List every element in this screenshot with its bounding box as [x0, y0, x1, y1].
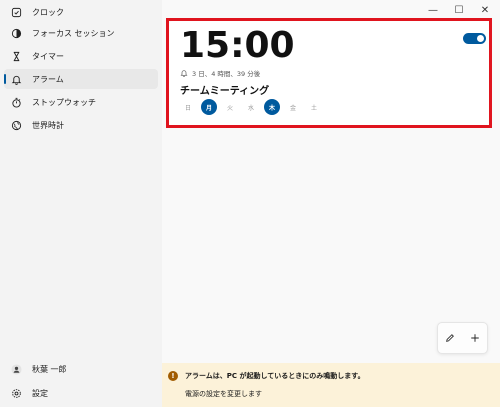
plus-icon	[471, 334, 479, 342]
info-message: アラームは、PC が起動しているときにのみ鳴動します。	[185, 372, 365, 380]
power-settings-link[interactable]: 電源の設定を変更します	[185, 389, 262, 399]
sidebar-item-label: タイマー	[32, 51, 64, 61]
day-wednesday: 水	[247, 104, 254, 112]
alarm-action-bar	[437, 322, 488, 354]
clock-icon	[10, 6, 22, 18]
sidebar-item-clock[interactable]: クロック	[4, 2, 158, 22]
close-button[interactable]: ✕	[474, 2, 496, 18]
gear-icon	[10, 387, 22, 399]
hourglass-icon	[10, 50, 22, 62]
countdown-text: 3 日、4 時間、39 分後	[192, 70, 261, 78]
sidebar-item-stopwatch[interactable]: ストップウォッチ	[4, 92, 158, 112]
bell-icon	[180, 70, 188, 77]
maximize-button[interactable]: ☐	[448, 2, 470, 18]
alarm-repeat-days: 日 月 火 水 木 金 土	[180, 99, 327, 115]
sidebar-item-label: ストップウォッチ	[32, 97, 96, 107]
user-name: 秋葉 一郎	[32, 364, 67, 374]
day-monday: 月	[201, 99, 217, 115]
info-bar: ! アラームは、PC が起動しているときにのみ鳴動します。 電源の設定を変更しま…	[162, 363, 500, 407]
toggle-knob	[477, 35, 484, 42]
alarm-name: チームミーティング	[180, 86, 270, 97]
sidebar-item-timer[interactable]: タイマー	[4, 46, 158, 66]
sidebar-item-label: 設定	[32, 388, 48, 398]
alarm-toggle[interactable]	[463, 33, 486, 44]
pencil-icon	[446, 334, 455, 342]
user-account[interactable]: 秋葉 一郎	[4, 359, 158, 379]
bell-icon	[10, 73, 22, 85]
day-sunday: 日	[184, 104, 191, 112]
alarm-time: 15:00	[180, 25, 295, 66]
alarm-card[interactable]: 15:00 3 日、4 時間、39 分後 チームミーティング 日 月 火 水 木…	[169, 21, 492, 127]
day-tuesday: 火	[226, 104, 233, 112]
person-icon	[10, 363, 22, 375]
globe-icon	[10, 119, 22, 131]
edit-alarms-button[interactable]	[442, 330, 458, 346]
day-saturday: 土	[310, 104, 317, 112]
clock-app-window: クロック フォーカス セッション タイマー アラーム ストップウォッチ 世界時計…	[0, 0, 500, 407]
sidebar-item-world-clock[interactable]: 世界時計	[4, 115, 158, 135]
alarm-page: — ☐ ✕ 15:00 3 日、4 時間、39 分後 チームミーティング 日 月…	[162, 0, 500, 407]
day-friday: 金	[289, 104, 296, 112]
sidebar: クロック フォーカス セッション タイマー アラーム ストップウォッチ 世界時計…	[0, 0, 162, 407]
sidebar-item-label: フォーカス セッション	[32, 28, 115, 38]
focus-icon	[10, 27, 22, 39]
day-thursday: 木	[264, 99, 280, 115]
minimize-button[interactable]: —	[422, 2, 444, 18]
stopwatch-icon	[10, 96, 22, 108]
selection-indicator	[4, 74, 6, 84]
sidebar-item-label: アラーム	[32, 74, 64, 84]
warning-icon: !	[168, 371, 178, 381]
sidebar-item-focus-sessions[interactable]: フォーカス セッション	[4, 23, 158, 43]
sidebar-item-settings[interactable]: 設定	[4, 383, 158, 403]
sidebar-item-alarm[interactable]: アラーム	[4, 69, 158, 89]
sidebar-item-label: 世界時計	[32, 120, 64, 130]
sidebar-item-label: クロック	[32, 7, 64, 17]
alarm-countdown: 3 日、4 時間、39 分後	[180, 68, 260, 78]
add-alarm-button[interactable]	[467, 330, 483, 346]
